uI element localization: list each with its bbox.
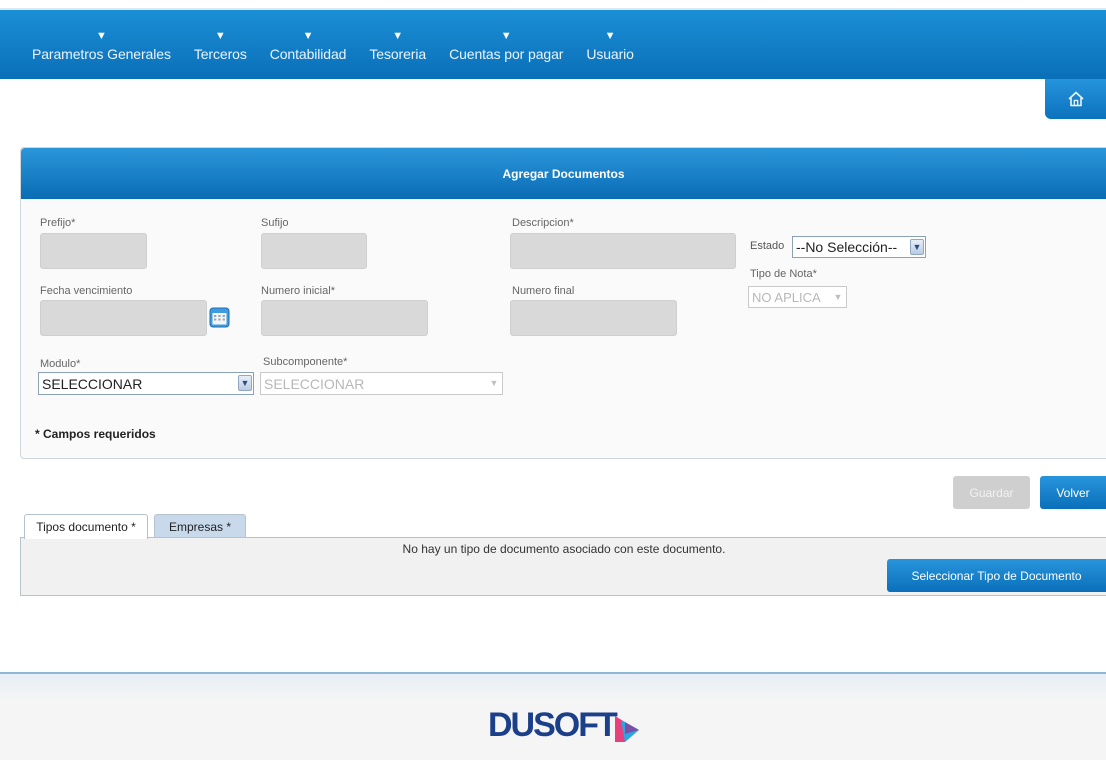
nav-item-label: Terceros — [193, 46, 247, 62]
nav-item-tesoreria[interactable]: ▼ Tesoreria — [369, 10, 426, 79]
chevron-down-icon: ▼ — [604, 30, 616, 42]
home-icon — [1067, 91, 1084, 107]
prefijo-label: Prefijo* — [40, 217, 76, 229]
tab-empresas[interactable]: Empresas * — [154, 514, 246, 538]
chevron-down-icon: ▼ — [302, 30, 314, 42]
chevron-down-icon: ▼ — [95, 30, 107, 42]
dusoft-logo: DUSOFT — [488, 708, 643, 742]
chevron-down-icon: ▼ — [392, 30, 404, 42]
sufijo-label: Sufijo — [261, 217, 289, 229]
chevron-down-icon: ▼ — [214, 30, 226, 42]
nav-item-terceros[interactable]: ▼ Terceros — [194, 10, 247, 79]
sufijo-input[interactable] — [261, 233, 367, 269]
main-menu: ▼ Parametros Generales ▼ Terceros ▼ Cont… — [0, 10, 1106, 79]
modulo-select[interactable]: SELECCIONAR ▼ — [38, 372, 254, 395]
required-fields-note: * Campos requeridos — [35, 427, 156, 441]
subcomponente-select-value: SELECCIONAR — [264, 375, 365, 392]
estado-label: Estado — [750, 240, 785, 252]
top-nav-bar: ▼ Parametros Generales ▼ Terceros ▼ Cont… — [0, 8, 1106, 79]
numero-inicial-input[interactable] — [261, 300, 428, 336]
descripcion-input[interactable] — [510, 233, 736, 269]
nav-item-contabilidad[interactable]: ▼ Contabilidad — [270, 10, 347, 79]
logo-text: DUSOFT — [488, 706, 618, 744]
nav-item-cuentas-por-pagar[interactable]: ▼ Cuentas por pagar — [449, 10, 563, 79]
chevron-down-icon: ▼ — [487, 375, 501, 391]
nav-item-label: Tesoreria — [369, 46, 427, 62]
chevron-down-icon: ▼ — [238, 375, 252, 391]
fecha-vencimiento-input[interactable] — [40, 300, 207, 336]
chevron-down-icon: ▼ — [910, 239, 924, 255]
nav-item-label: Parametros Generales — [32, 46, 171, 62]
guardar-button[interactable]: Guardar — [953, 476, 1030, 509]
nav-item-label: Cuentas por pagar — [449, 46, 564, 62]
nav-item-label: Usuario — [586, 46, 634, 62]
home-button[interactable] — [1045, 79, 1106, 119]
tipo-nota-select-value: NO APLICA — [752, 289, 821, 305]
chevron-down-icon: ▼ — [831, 289, 845, 305]
tipo-nota-select[interactable]: NO APLICA ▼ — [748, 286, 847, 308]
chevron-down-icon: ▼ — [500, 30, 512, 42]
subcomponente-select[interactable]: SELECCIONAR ▼ — [260, 372, 503, 395]
nav-item-parametros-generales[interactable]: ▼ Parametros Generales — [32, 10, 171, 79]
tipo-nota-label: Tipo de Nota* — [750, 268, 817, 280]
fecha-vencimiento-label: Fecha vencimiento — [40, 285, 133, 297]
empty-message: No hay un tipo de documento asociado con… — [402, 542, 726, 556]
calendar-icon[interactable] — [209, 307, 230, 328]
estado-select[interactable]: --No Selección-- ▼ — [792, 236, 926, 258]
nav-item-label: Contabilidad — [269, 46, 347, 62]
numero-final-input[interactable] — [510, 300, 677, 336]
volver-button[interactable]: Volver — [1040, 476, 1106, 509]
tab-tipos-documento[interactable]: Tipos documento * — [24, 514, 148, 539]
estado-select-value: --No Selección-- — [796, 239, 898, 255]
numero-inicial-label: Numero inicial* — [261, 285, 335, 297]
subcomponente-label: Subcomponente* — [263, 356, 348, 368]
seleccionar-tipo-documento-button[interactable]: Seleccionar Tipo de Documento — [887, 559, 1106, 592]
prefijo-input[interactable] — [40, 233, 147, 269]
modulo-select-value: SELECCIONAR — [42, 375, 143, 392]
modulo-label: Modulo* — [40, 358, 81, 370]
descripcion-label: Descripcion* — [512, 217, 574, 229]
panel-title: Agregar Documentos — [21, 148, 1106, 199]
logo-mark-icon — [614, 716, 639, 742]
nav-item-usuario[interactable]: ▼ Usuario — [586, 10, 634, 79]
numero-final-label: Numero final — [512, 285, 575, 297]
